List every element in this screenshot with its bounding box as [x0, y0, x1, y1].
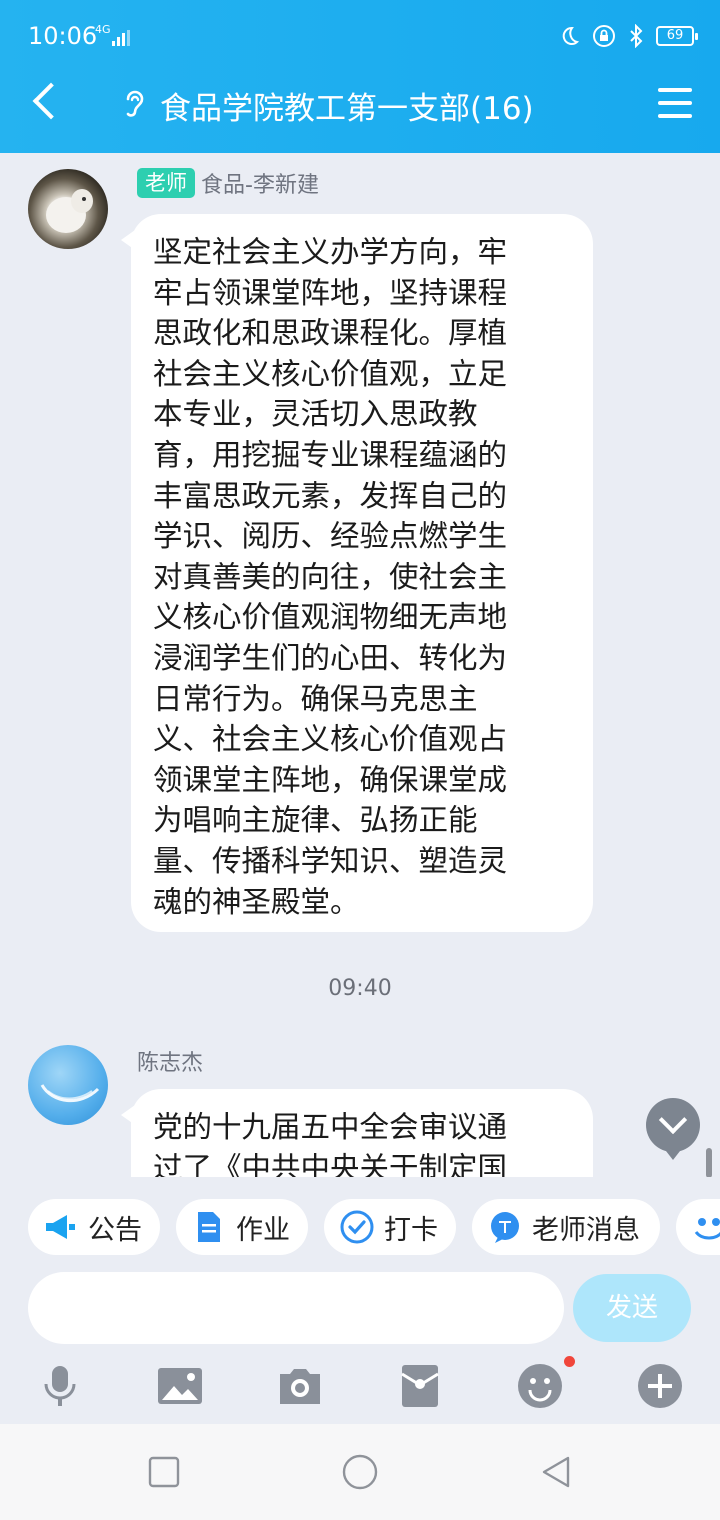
avatar-photo	[40, 1084, 100, 1103]
homework-button[interactable]: 作业	[176, 1199, 308, 1255]
more-actions-button[interactable]	[676, 1199, 720, 1255]
teacher-chat-icon	[491, 1212, 519, 1243]
red-packet-icon[interactable]	[396, 1362, 444, 1410]
chat-header: 10:06 4G 69 食品学院教工第一支部(16)	[0, 0, 720, 153]
message-list[interactable]: 老师 食品-李新建 坚定社会主义办学方向，牢 牢占领课堂阵地，坚持课程 思政化和…	[0, 153, 720, 1177]
announcement-button[interactable]: 公告	[28, 1199, 160, 1255]
chip-label: 打卡	[384, 1214, 438, 1246]
menu-button[interactable]	[658, 86, 696, 120]
recent-apps-icon[interactable]	[146, 1454, 182, 1490]
timestamp: 09:40	[328, 976, 392, 1001]
earpiece-icon[interactable]	[120, 85, 148, 125]
back-nav-icon[interactable]	[538, 1454, 574, 1490]
message-line: 对真善美的向往，使社会主	[153, 559, 508, 594]
status-bar: 10:06 4G 69	[0, 0, 720, 70]
role-badge: 老师	[137, 168, 195, 198]
input-tools	[0, 1350, 720, 1424]
message-line: 为唱响主旋律、弘扬正能	[153, 803, 478, 838]
message-line: 领课堂主阵地，确保课堂成	[153, 762, 508, 797]
message-line: 义核心价值观润物细无声地	[153, 600, 508, 635]
group-icon	[694, 1218, 720, 1240]
teacher-messages-button[interactable]: 老师消息	[472, 1199, 660, 1255]
battery-icon: 69	[656, 26, 698, 46]
network-type: 4G	[95, 23, 111, 36]
message-line: 浸润学生们的心田、转化为	[153, 640, 508, 675]
message-bubble[interactable]: 坚定社会主义办学方向，牢 牢占领课堂阵地，坚持课程 思政化和思政课程化。厚植 社…	[121, 214, 593, 932]
signal-icon	[112, 30, 130, 46]
message-line: 坚定社会主义办学方向，牢	[153, 235, 508, 269]
emoji-icon[interactable]	[516, 1362, 564, 1410]
plus-icon[interactable]	[636, 1362, 684, 1410]
home-icon[interactable]	[342, 1454, 378, 1490]
chip-label: 老师消息	[532, 1214, 640, 1246]
scroll-to-bottom-button[interactable]	[646, 1098, 700, 1160]
megaphone-icon	[46, 1215, 75, 1239]
message-line: 量、传播科学知识、塑造灵	[153, 843, 508, 878]
quick-action-bar: 公告 作业 打卡 老师消息	[0, 1177, 720, 1277]
message-line: 社会主义核心价值观，立足	[153, 356, 508, 391]
moon-icon	[562, 26, 580, 45]
avatar[interactable]	[28, 1045, 108, 1125]
status-icons: 69	[558, 22, 698, 50]
message-line: 党的十九届五中全会审议通	[153, 1110, 508, 1144]
sender-row: 老师 食品-李新建	[137, 167, 319, 199]
status-time: 10:06	[28, 22, 98, 50]
message-line: 思政化和思政课程化。厚植	[153, 316, 508, 351]
avatar-photo	[46, 189, 93, 233]
message-line: 本专业，灵活切入思政教	[153, 397, 478, 432]
message-bubble[interactable]: 党的十九届五中全会审议通 过了《中共中央关于制定国	[121, 1089, 593, 1177]
send-button[interactable]: 发送	[573, 1274, 691, 1342]
message-line: 义、社会主义核心价值观占	[153, 722, 508, 757]
check-circle-icon	[340, 1210, 374, 1244]
image-icon[interactable]	[156, 1362, 204, 1410]
message-line: 育，用挖掘专业课程蕴涵的	[153, 437, 508, 472]
back-button[interactable]	[22, 78, 72, 128]
notification-dot	[564, 1356, 575, 1367]
message-line: 丰富思政元素，发挥自己的	[153, 478, 508, 513]
message-input[interactable]	[28, 1272, 564, 1344]
title-area: 食品学院教工第一支部(16)	[120, 80, 534, 130]
alarm-lock-icon	[593, 25, 615, 47]
microphone-icon[interactable]	[36, 1362, 84, 1410]
chip-label: 作业	[236, 1214, 290, 1246]
message-line: 学识、阅历、经验点燃学生	[153, 519, 508, 554]
system-nav-bar	[0, 1424, 720, 1520]
check-in-button[interactable]: 打卡	[324, 1199, 456, 1255]
bluetooth-icon	[630, 24, 643, 48]
sender-name: 食品-李新建	[201, 173, 319, 198]
message-line: 魂的神圣殿堂。	[153, 884, 360, 919]
camera-icon[interactable]	[276, 1362, 324, 1410]
message-line: 日常行为。确保马克思主	[153, 681, 478, 716]
message-line: 过了《中共中央关于制定国	[153, 1150, 508, 1177]
sender-row: 陈志杰	[137, 1045, 203, 1077]
group-title: 食品学院教工第一支部(16)	[160, 90, 534, 127]
message-line: 牢占领课堂阵地，坚持课程	[153, 275, 508, 310]
sender-name: 陈志杰	[137, 1051, 204, 1076]
document-icon	[198, 1212, 220, 1242]
scrollbar[interactable]	[706, 1148, 712, 1177]
chip-label: 公告	[88, 1214, 142, 1246]
avatar[interactable]	[28, 169, 108, 249]
